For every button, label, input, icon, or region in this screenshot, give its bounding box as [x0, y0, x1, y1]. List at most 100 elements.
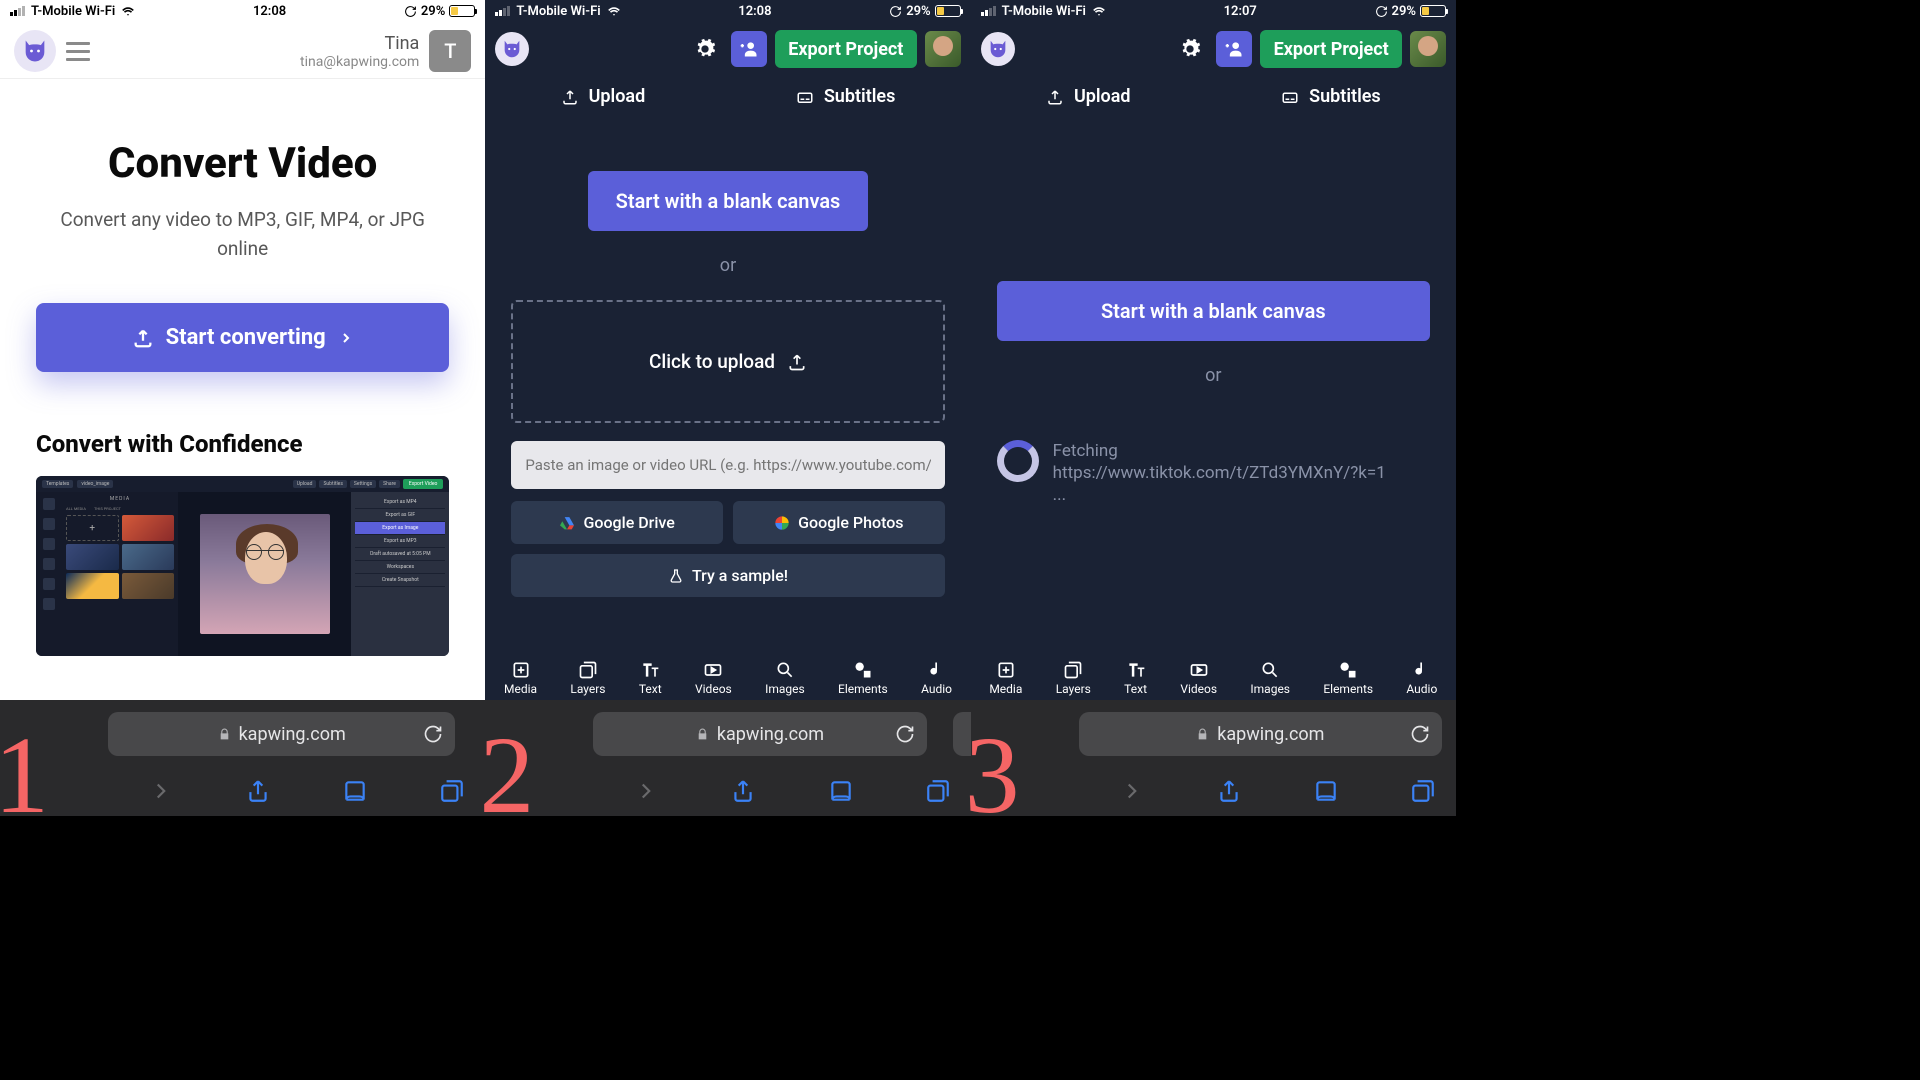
music-icon	[927, 660, 947, 680]
ss-subtitles: Subtitles	[319, 480, 346, 488]
google-photos-button[interactable]: Google Photos	[733, 501, 945, 544]
invite-button[interactable]	[1216, 31, 1252, 67]
tabs-icon[interactable]	[1410, 778, 1436, 804]
share-icon[interactable]	[245, 778, 271, 804]
start-converting-button[interactable]: Start converting	[36, 303, 449, 372]
clock: 12:07	[1224, 4, 1257, 19]
search-icon	[1260, 660, 1280, 680]
user-avatar[interactable]	[925, 31, 961, 67]
google-drive-button[interactable]: Google Drive	[511, 501, 723, 544]
tabs-icon[interactable]	[439, 778, 465, 804]
fetching-ellipsis: ...	[1053, 485, 1066, 505]
ss-share: Share	[379, 480, 400, 488]
toolbar-images[interactable]: Images	[1250, 660, 1290, 696]
upload-tab[interactable]: Upload	[561, 86, 646, 107]
forward-icon[interactable]	[633, 778, 659, 804]
toolbar-videos[interactable]: Videos	[695, 660, 732, 696]
ss-menu-item: Export as Image	[355, 522, 445, 535]
address-bar[interactable]: kapwing.com	[1079, 712, 1442, 756]
toolbar-videos[interactable]: Videos	[1180, 660, 1217, 696]
subtitles-tab[interactable]: Subtitles	[1281, 86, 1381, 107]
layers-icon	[1063, 660, 1083, 680]
upload-label: Upload	[1074, 86, 1131, 107]
editor-toolbar: Media Layers Text Videos Images Elements…	[485, 654, 970, 700]
brand-avatar[interactable]	[981, 32, 1015, 66]
share-icon[interactable]	[730, 778, 756, 804]
gear-icon	[694, 38, 716, 60]
reload-icon[interactable]	[895, 724, 915, 744]
toolbar-audio[interactable]: Audio	[1406, 660, 1437, 696]
bookmarks-icon[interactable]	[342, 778, 368, 804]
gear-icon	[1179, 38, 1201, 60]
ss-upload: Upload	[293, 480, 317, 488]
upload-tab[interactable]: Upload	[1046, 86, 1131, 107]
cta-label: Start converting	[166, 325, 326, 350]
export-project-button[interactable]: Export Project	[1260, 30, 1402, 68]
toolbar-layers[interactable]: Layers	[570, 660, 605, 696]
menu-button[interactable]	[66, 42, 90, 61]
media-icon	[511, 660, 531, 680]
toolbar-elements[interactable]: Elements	[1323, 660, 1373, 696]
carrier-label: T-Mobile Wi-Fi	[31, 4, 115, 19]
or-divider: or	[720, 255, 736, 276]
status-bar: T-Mobile Wi-Fi 12:08 29%	[485, 0, 970, 22]
toolbar-text[interactable]: Text	[639, 660, 662, 696]
toolbar-layers[interactable]: Layers	[1056, 660, 1091, 696]
reload-icon[interactable]	[423, 724, 443, 744]
step-number: 1	[0, 720, 49, 830]
upload-dropzone[interactable]: Click to upload	[511, 300, 944, 423]
reload-icon[interactable]	[1410, 724, 1430, 744]
upload-icon	[561, 88, 579, 106]
ss-tab: THIS PROJECT	[94, 506, 121, 511]
ss-menu-item: Export as MP3	[355, 535, 445, 548]
brand-avatar[interactable]	[14, 30, 56, 72]
export-project-button[interactable]: Export Project	[775, 30, 917, 68]
ss-thumb	[122, 544, 175, 570]
try-sample-button[interactable]: Try a sample!	[511, 554, 944, 597]
step-number: 2	[479, 720, 534, 830]
battery-icon	[449, 5, 475, 17]
battery-percent: 29%	[1392, 4, 1416, 19]
user-avatar[interactable]	[1410, 31, 1446, 67]
blank-canvas-button[interactable]: Start with a blank canvas	[997, 281, 1430, 341]
search-icon	[775, 660, 795, 680]
blank-canvas-button[interactable]: Start with a blank canvas	[588, 171, 869, 231]
share-icon[interactable]	[1216, 778, 1242, 804]
upload-label: Upload	[589, 86, 646, 107]
toolbar-audio[interactable]: Audio	[921, 660, 952, 696]
page-subtitle: Convert any video to MP3, GIF, MP4, or J…	[36, 206, 449, 263]
settings-button[interactable]	[687, 31, 723, 67]
user-avatar[interactable]: T	[429, 30, 471, 72]
toolbar-images[interactable]: Images	[765, 660, 805, 696]
toolbar-text[interactable]: Text	[1124, 660, 1147, 696]
wifi-icon	[607, 4, 621, 18]
person-plus-icon	[739, 39, 759, 59]
bookmarks-icon[interactable]	[1313, 778, 1339, 804]
address-bar[interactable]: kapwing.com	[108, 712, 455, 756]
app-header: Export Project	[971, 22, 1456, 76]
subtitles-tab[interactable]: Subtitles	[796, 86, 896, 107]
product-screenshot: Templates video_image Upload Subtitles S…	[36, 476, 449, 656]
invite-button[interactable]	[731, 31, 767, 67]
toolbar-media[interactable]: Media	[504, 660, 537, 696]
upload-zone-label: Click to upload	[649, 350, 775, 373]
toolbar-elements[interactable]: Elements	[838, 660, 888, 696]
forward-icon[interactable]	[148, 778, 174, 804]
sync-icon	[889, 5, 902, 18]
brand-avatar[interactable]	[495, 32, 529, 66]
ss-menu-item: Create Snapshot	[355, 574, 445, 587]
url-text: kapwing.com	[239, 724, 346, 745]
tabs-icon[interactable]	[925, 778, 951, 804]
address-bar[interactable]: kapwing.com	[593, 712, 926, 756]
forward-icon[interactable]	[1119, 778, 1145, 804]
settings-button[interactable]	[1172, 31, 1208, 67]
lock-icon	[1196, 728, 1209, 741]
upload-icon	[787, 352, 807, 372]
bookmarks-icon[interactable]	[828, 778, 854, 804]
toolbar-media[interactable]: Media	[989, 660, 1022, 696]
user-info: Tina tina@kapwing.com	[300, 33, 419, 70]
cat-icon	[987, 38, 1009, 60]
status-bar: T-Mobile Wi-Fi 12:08 29%	[0, 0, 485, 22]
wifi-icon	[121, 4, 135, 18]
url-input[interactable]	[511, 441, 944, 489]
